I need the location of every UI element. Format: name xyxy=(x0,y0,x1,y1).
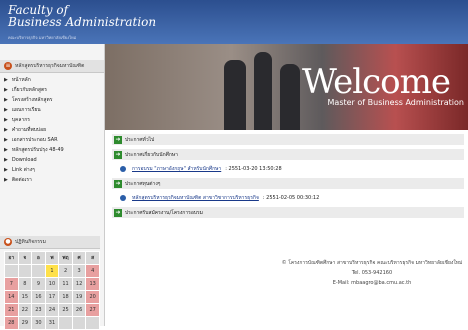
section-jobs[interactable]: ➜ ประกาศรับสมัครงาน/โครงการอบรม xyxy=(112,207,464,218)
news-content: ➜ ประกาศทั่วไป ➜ ประกาศเกี่ยวกับนักศึกษา… xyxy=(112,134,464,222)
sidebar-item-contact[interactable]: ▶ ติดต่อเรา xyxy=(0,175,104,185)
section-students[interactable]: ➜ ประกาศเกี่ยวกับนักศึกษา xyxy=(112,149,464,160)
news-link[interactable]: การอบรม "ภาษาอังกฤษ" สำหรับนักศึกษา xyxy=(132,165,221,173)
welcome-text: Welcome xyxy=(301,62,451,102)
calendar-title: ปฏิทินกิจกรรม xyxy=(15,239,46,245)
footer-phone: Tel. 053-942160 xyxy=(351,270,393,276)
activity-calendar: ● ปฏิทินกิจกรรม อา จ อ พ พฤ ศ ส 1 2 3 4 … xyxy=(0,236,100,330)
sidebar-menu: ▶ หน้าหลัก ▶ เกี่ยวกับหลักสูตร ▶ โครงสร้างห… xyxy=(0,75,104,185)
sidebar-item-download[interactable]: ▶ Download xyxy=(0,155,104,165)
calendar-grid: อา จ อ พ พฤ ศ ส 1 2 3 4 7 8 9 10 11 12 1… xyxy=(4,251,100,330)
news-date: : 2551-03-20 13:50:28 xyxy=(225,166,282,172)
sidebar-item[interactable]: ▶ เกี่ยวกับหลักสูตร xyxy=(0,85,104,95)
calendar-weekday-row: อา จ อ พ พฤ ศ ส xyxy=(4,251,100,265)
arrow-right-icon: ▶ xyxy=(4,97,8,103)
arrow-right-icon: ▶ xyxy=(4,127,8,133)
menu-icon: ≡ xyxy=(4,62,12,70)
calendar-week: 7 8 9 10 11 12 13 xyxy=(4,277,100,291)
mba-subtitle: Master of Business Administration xyxy=(327,98,464,107)
arrow-right-icon: ▶ xyxy=(4,167,8,173)
section-scholarships[interactable]: ➜ ประกาศทุนต่างๆ xyxy=(112,178,464,189)
site-footer: © โครงการบัณฑิตศึกษา สาขาบริหารธุรกิจ คณ… xyxy=(280,258,464,288)
banner-figure xyxy=(224,60,246,130)
arrow-right-icon: ▶ xyxy=(4,117,8,123)
logo-subtitle: คณะบริหารธุรกิจ มหาวิทยาลัยเชียงใหม่ xyxy=(8,35,77,40)
footer-email[interactable]: E-Mail: mbaagro@ba.cmu.ac.th xyxy=(280,278,464,288)
news-date: : 2551-02-05 00:30:12 xyxy=(262,195,320,201)
section-general[interactable]: ➜ ประกาศทั่วไป xyxy=(112,134,464,145)
arrow-right-icon: ➜ xyxy=(114,179,122,188)
banner-figure xyxy=(254,52,272,130)
sidebar-item[interactable]: ▶ แผนการเรียน xyxy=(0,105,104,115)
arrow-right-icon: ▶ xyxy=(4,137,8,143)
sidebar-item[interactable]: ▶ หลักสูตรปรับปรุง 48-49 xyxy=(0,145,104,155)
logo-line2: Business Administration xyxy=(8,15,157,29)
arrow-right-icon: ➜ xyxy=(114,150,122,159)
bullet-icon xyxy=(120,195,126,201)
welcome-banner: Welcome Master of Business Administratio… xyxy=(104,44,468,130)
news-item: หลักสูตรบริหารธุรกิจมหาบัณฑิต สาขาวิชากา… xyxy=(120,193,464,203)
calendar-header: ● ปฏิทินกิจกรรม xyxy=(0,236,100,249)
arrow-right-icon: ▶ xyxy=(4,77,8,83)
calendar-week: 21 22 23 24 25 26 27 xyxy=(4,303,100,317)
calendar-icon: ● xyxy=(4,238,12,246)
arrow-right-icon: ➜ xyxy=(114,208,122,217)
calendar-week: 14 15 16 17 18 19 20 xyxy=(4,290,100,304)
news-link[interactable]: หลักสูตรบริหารธุรกิจมหาบัณฑิต สาขาวิชากา… xyxy=(132,194,259,202)
sidebar-item[interactable]: ▶ บุคลากร xyxy=(0,115,104,125)
sidebar-item[interactable]: ▶ เอกสารประกอบ SAR xyxy=(0,135,104,145)
calendar-today[interactable]: 1 xyxy=(44,264,60,278)
site-header: Faculty of Business Administration คณะบร… xyxy=(0,0,468,44)
arrow-right-icon: ▶ xyxy=(4,177,8,183)
arrow-right-icon: ➜ xyxy=(114,135,122,144)
calendar-week: 1 2 3 4 xyxy=(4,264,100,278)
arrow-right-icon: ▶ xyxy=(4,147,8,153)
sidebar-item[interactable]: ▶ หน้าหลัก xyxy=(0,75,104,85)
news-item: การอบรม "ภาษาอังกฤษ" สำหรับนักศึกษา : 25… xyxy=(120,164,464,174)
sidebar-item[interactable]: ▶ คำถามที่พบบ่อย xyxy=(0,125,104,135)
faculty-logo[interactable]: Faculty of Business Administration xyxy=(8,4,156,28)
banner-figure xyxy=(280,64,300,130)
bullet-icon xyxy=(120,166,126,172)
sidebar-item[interactable]: ▶ โครงสร้างหลักสูตร xyxy=(0,95,104,105)
footer-copyright: © โครงการบัณฑิตศึกษา สาขาบริหารธุรกิจ คณ… xyxy=(281,260,463,266)
sidebar-item-links[interactable]: ▶ Link ต่างๆ xyxy=(0,165,104,175)
arrow-right-icon: ▶ xyxy=(4,107,8,113)
arrow-right-icon: ▶ xyxy=(4,87,8,93)
calendar-week: 28 29 30 31 xyxy=(4,316,100,330)
sidebar-menu-header: ≡ หลักสูตรบริหารธุรกิจมหาบัณฑิต xyxy=(0,60,104,73)
sidebar-title: หลักสูตรบริหารธุรกิจมหาบัณฑิต xyxy=(15,63,85,69)
arrow-right-icon: ▶ xyxy=(4,157,8,163)
